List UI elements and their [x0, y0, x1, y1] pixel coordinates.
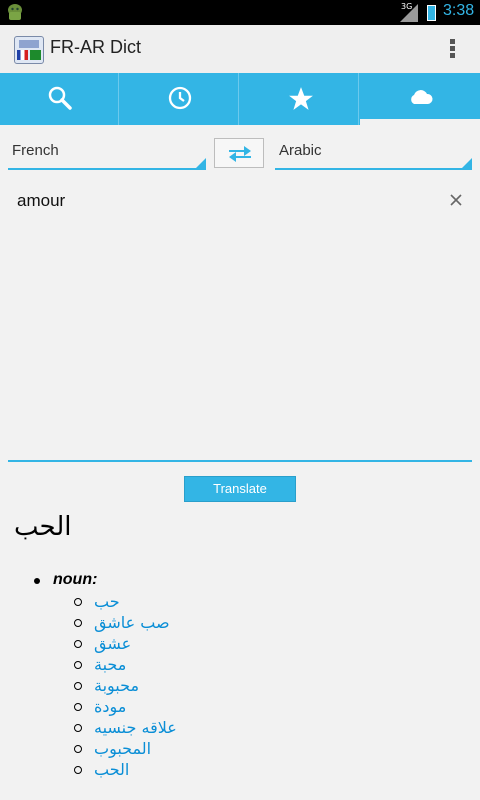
result-headword: الحب	[14, 512, 72, 542]
source-language-label: French	[12, 142, 59, 159]
sense-link[interactable]: الحب	[94, 760, 129, 779]
clear-icon[interactable]	[448, 192, 464, 208]
swap-arrows-icon	[229, 146, 251, 162]
sense-item[interactable]: حب	[74, 592, 274, 613]
sense-link[interactable]: مودة	[94, 697, 126, 716]
search-input-text[interactable]: amour	[17, 191, 65, 211]
tab-bar	[0, 73, 480, 125]
dropdown-arrow-icon	[196, 158, 206, 168]
target-language-spinner[interactable]: Arabic	[275, 138, 472, 170]
sense-item[interactable]: علاقه جنسيه	[74, 718, 274, 739]
sense-link[interactable]: علاقه جنسيه	[94, 718, 177, 737]
star-icon	[289, 87, 313, 110]
battery-icon	[427, 5, 436, 21]
sense-link[interactable]: المحبوب	[94, 739, 151, 758]
search-input-field[interactable]: amour	[8, 180, 472, 462]
sense-list: حب صب عاشق عشق محبة محبوبة مودة علاقه جن…	[74, 592, 274, 781]
sense-link[interactable]: محبوبة	[94, 676, 139, 695]
android-notification-icon	[8, 4, 22, 20]
cloud-icon	[411, 90, 433, 104]
target-language-label: Arabic	[279, 142, 322, 159]
clock: 3:38	[443, 2, 475, 19]
sense-item[interactable]: المحبوب	[74, 739, 274, 760]
sense-link[interactable]: محبة	[94, 655, 126, 674]
search-icon	[48, 86, 72, 110]
action-bar: FR-AR Dict	[0, 25, 480, 74]
sense-item[interactable]: عشق	[74, 634, 274, 655]
tab-history[interactable]	[120, 73, 239, 125]
translate-button[interactable]: Translate	[184, 476, 296, 502]
status-bar: 3G 3:38	[0, 0, 480, 25]
overflow-menu-icon[interactable]	[444, 37, 460, 61]
swap-languages-button[interactable]	[214, 138, 264, 168]
sense-link[interactable]: صب عاشق	[94, 613, 170, 632]
sense-item[interactable]: محبوبة	[74, 676, 274, 697]
sense-item[interactable]: محبة	[74, 655, 274, 676]
part-of-speech-label: noun:	[53, 571, 98, 588]
sense-item[interactable]: صب عاشق	[74, 613, 274, 634]
dropdown-arrow-icon	[462, 158, 472, 168]
tab-search[interactable]	[0, 73, 119, 125]
sense-link[interactable]: حب	[94, 592, 120, 611]
sense-link[interactable]: عشق	[94, 634, 131, 653]
signal-icon	[400, 4, 418, 22]
app-title: FR-AR Dict	[50, 37, 141, 57]
source-language-spinner[interactable]: French	[8, 138, 206, 170]
sense-item[interactable]: مودة	[74, 697, 274, 718]
history-clock-icon	[168, 86, 192, 110]
tab-online[interactable]	[360, 73, 480, 125]
bullet	[34, 578, 40, 584]
sense-item[interactable]: الحب	[74, 760, 274, 781]
app-dictionary-icon[interactable]	[14, 36, 44, 64]
tab-favorites[interactable]	[240, 73, 359, 125]
